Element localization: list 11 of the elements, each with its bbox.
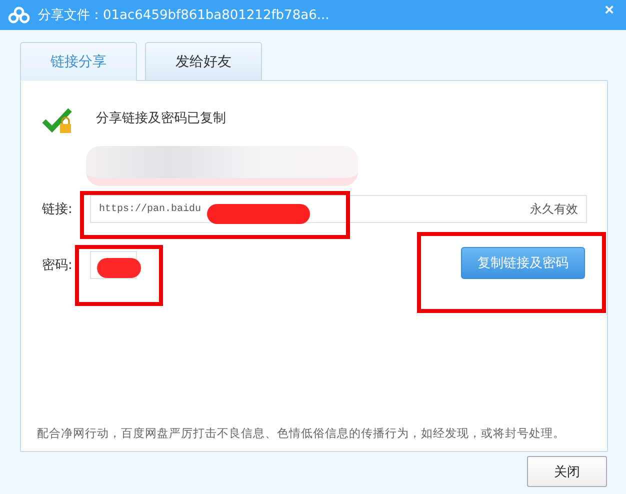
link-label: 链接: xyxy=(42,201,74,218)
password-label: 密码: xyxy=(42,257,74,274)
check-lock-icon xyxy=(42,107,74,135)
window-title: 分享文件：01ac6459bf861ba801212fb78a6... xyxy=(38,7,330,24)
cloud-logo-icon xyxy=(8,6,30,24)
notice-text: 配合净网行动，百度网盘严厉打击不良信息、色情低俗信息的传播行为，如经发现，或将封号处理。 xyxy=(37,426,565,441)
close-dialog-button[interactable]: 关闭 xyxy=(527,456,607,487)
redaction-overlay xyxy=(97,258,141,278)
tab[interactable]: 发给好友 xyxy=(145,42,262,80)
validity-label: 永久有效 xyxy=(530,200,578,218)
status-message: 分享链接及密码已复制 xyxy=(96,110,226,127)
